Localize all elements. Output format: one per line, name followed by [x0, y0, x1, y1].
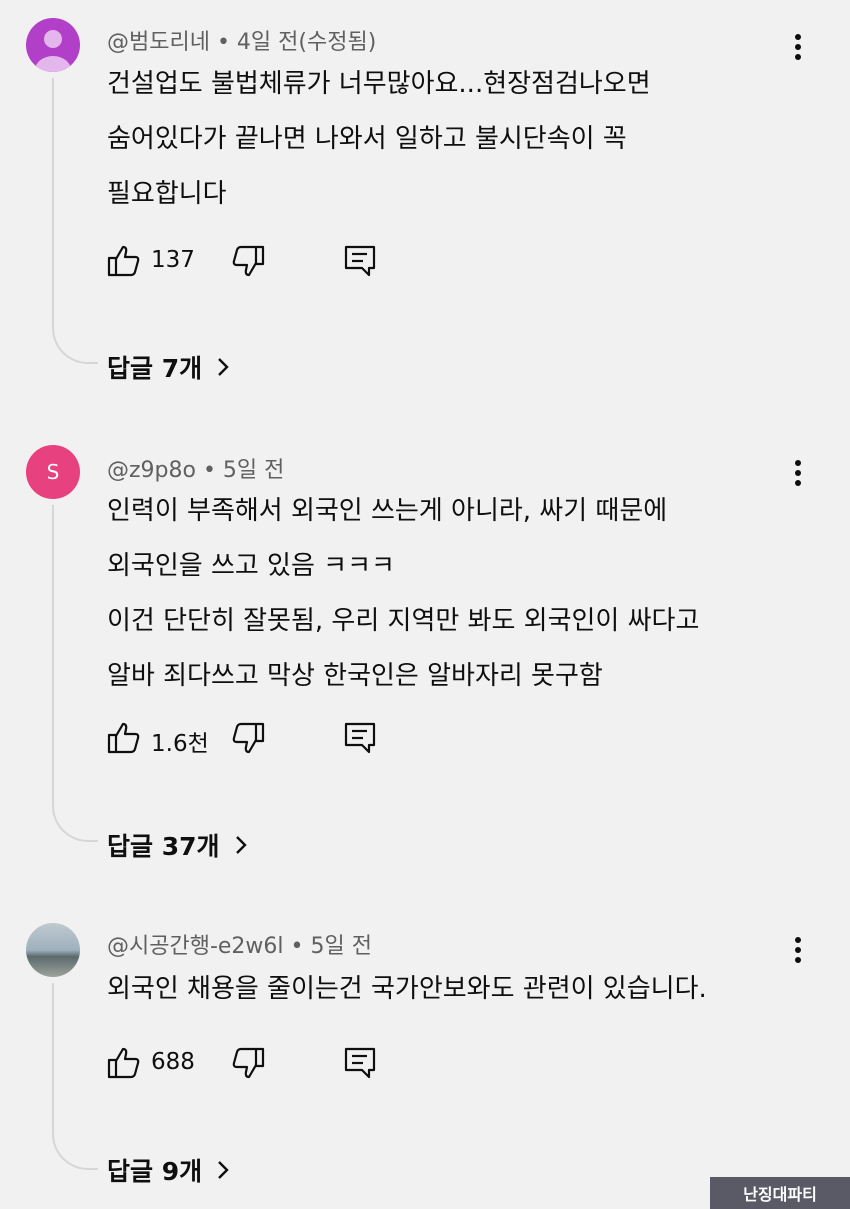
reply-icon: [344, 722, 376, 754]
reply-button[interactable]: [343, 1046, 377, 1080]
replies-label: 답글 7개: [107, 354, 203, 383]
like-count: 1.6천: [151, 731, 209, 757]
comment-actions: 137: [107, 244, 407, 278]
comment-text: 외국인 채용을 줄이는건 국가안보와도 관련이 있습니다.: [107, 962, 707, 1017]
more-vert-icon: [795, 34, 801, 60]
comment-actions: 1.6천: [107, 721, 407, 757]
like-button[interactable]: [107, 1046, 141, 1080]
comment-line: 숨어있다가 끝나면 나와서 일하고 불시단속이 꼭: [107, 124, 627, 154]
replies-button[interactable]: 답글 37개: [107, 827, 248, 863]
replies-button[interactable]: 답글 9개: [107, 1152, 230, 1188]
reply-icon: [344, 245, 376, 277]
dislike-button[interactable]: [231, 721, 265, 755]
more-options-button[interactable]: [788, 32, 808, 62]
comment-actions: 688: [107, 1046, 407, 1080]
thumb-up-icon: [107, 1047, 140, 1079]
like-button[interactable]: [107, 244, 141, 278]
replies-label: 답글 37개: [107, 832, 220, 861]
dislike-button[interactable]: [231, 1046, 265, 1080]
watermark-text: 난징대파티: [743, 1185, 817, 1204]
avatar-letter: S: [46, 460, 60, 484]
thread-line: [52, 505, 98, 842]
comment-text: 건설업도 불법체류가 너무많아요...현장점검나오면 숨어있다가 끝나면 나와서…: [107, 57, 651, 222]
comment-line: 필요합니다: [107, 179, 227, 209]
comment-meta: @시공간행-e2w6l • 5일 전: [107, 934, 372, 959]
chevron-right-icon: [218, 1161, 229, 1179]
thread-line: [52, 983, 98, 1170]
thread-line: [52, 78, 98, 364]
reply-button[interactable]: [343, 721, 377, 755]
like-count: 137: [151, 247, 195, 273]
thumb-up-icon: [107, 722, 140, 754]
thumb-down-icon: [232, 1047, 265, 1079]
replies-label: 답글 9개: [107, 1157, 203, 1186]
avatar[interactable]: S: [26, 445, 80, 499]
chevron-right-icon: [218, 358, 229, 376]
like-button[interactable]: [107, 721, 141, 755]
comment-line: 알바 죄다쓰고 막상 한국인은 알바자리 못구함: [107, 661, 603, 691]
comment-line: 외국인 채용을 줄이는건 국가안보와도 관련이 있습니다.: [107, 974, 707, 1004]
default-avatar-icon: [35, 30, 71, 72]
comment-meta: @범도리네 • 4일 전(수정됨): [107, 30, 377, 55]
reply-button[interactable]: [343, 244, 377, 278]
comment-line: 건설업도 불법체류가 너무많아요...현장점검나오면: [107, 69, 651, 99]
comment-line: 외국인을 쓰고 있음 ㅋㅋㅋ: [107, 551, 395, 581]
more-vert-icon: [795, 460, 801, 486]
more-options-button[interactable]: [788, 458, 808, 488]
more-vert-icon: [795, 937, 801, 963]
like-count: 688: [151, 1049, 195, 1075]
comment-line: 인력이 부족해서 외국인 쓰는게 아니라, 싸기 때문에: [107, 496, 668, 526]
avatar[interactable]: [26, 18, 80, 72]
replies-button[interactable]: 답글 7개: [107, 349, 230, 385]
comment-meta: @z9p8o • 5일 전: [107, 458, 285, 483]
comment-line: 이건 단단히 잘못됨, 우리 지역만 봐도 외국인이 싸다고: [107, 606, 700, 636]
thumb-up-icon: [107, 245, 140, 277]
dislike-button[interactable]: [231, 244, 265, 278]
more-options-button[interactable]: [788, 935, 808, 965]
thumb-down-icon: [232, 722, 265, 754]
avatar[interactable]: [26, 923, 80, 977]
watermark: 난징대파티: [710, 1177, 850, 1209]
chevron-right-icon: [235, 836, 247, 854]
reply-icon: [344, 1047, 376, 1079]
comment-text: 인력이 부족해서 외국인 쓰는게 아니라, 싸기 때문에 외국인을 쓰고 있음 …: [107, 484, 699, 704]
thumb-down-icon: [232, 245, 265, 277]
